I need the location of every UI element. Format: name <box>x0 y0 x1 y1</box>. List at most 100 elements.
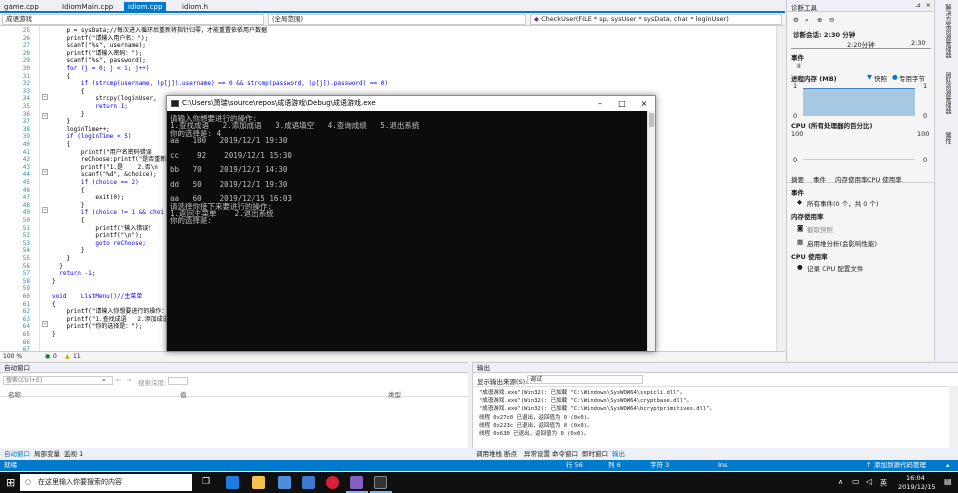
search-icon[interactable]: ⌕ <box>102 376 106 385</box>
chevron-up-icon[interactable]: ∧ <box>838 478 843 486</box>
file-explorer-icon[interactable] <box>252 476 265 489</box>
properties-tab[interactable]: 属性 <box>943 132 952 144</box>
code-line[interactable]: } <box>52 330 56 340</box>
bottom-tab-right[interactable]: 异常设置 <box>524 449 550 459</box>
input-language[interactable]: 英 <box>880 478 887 488</box>
settings-icon[interactable]: ⚙ <box>793 16 799 24</box>
autos-column-name[interactable]: 名称 <box>8 389 21 399</box>
status-ready: 就绪 <box>4 461 17 469</box>
word-icon[interactable] <box>302 476 315 489</box>
back-arrow-icon[interactable]: ← <box>116 376 121 384</box>
minimize-icon[interactable]: – <box>589 96 611 111</box>
bottom-tab-left[interactable]: 监视 1 <box>64 449 83 459</box>
code-line[interactable]: return -1; <box>52 269 95 279</box>
zoom-in-icon[interactable]: ⊕ <box>817 16 822 24</box>
maximize-icon[interactable]: □ <box>611 96 633 111</box>
memory-axis-top-left: 1 <box>793 82 798 90</box>
search-depth-select[interactable] <box>168 377 188 385</box>
record-cpu-button[interactable]: 记录 CPU 配置文件 <box>807 263 863 273</box>
camera-icon: ◙ <box>797 224 804 232</box>
taskbar-search-input[interactable]: ○ 在这里输入你要搜索的内容 <box>20 474 192 491</box>
diagnostics-subtab[interactable]: CPU 使用率 <box>867 174 902 184</box>
take-snapshot-button[interactable]: 截取快照 <box>807 224 833 234</box>
all-events-link[interactable]: 所有事件(0 个，共 0 个) <box>807 198 879 208</box>
code-line[interactable]: } <box>52 277 56 287</box>
clock-time[interactable]: 16:04 <box>906 474 925 482</box>
solution-explorer-tab[interactable]: 解决方案资源管理器 <box>943 4 952 58</box>
document-tab[interactable]: idiom.cpp <box>124 2 167 13</box>
code-line[interactable]: if (strcmp(username, (p[j]).username) ==… <box>52 79 388 89</box>
add-to-source-control[interactable]: 添加到源代码管理 <box>874 460 926 471</box>
console-window[interactable]: C:\Users\萧瑞\source\repos\成语游戏\Debug\成语游戏… <box>166 95 656 352</box>
output-scrollbar[interactable] <box>949 386 958 449</box>
console-taskbar-icon[interactable] <box>374 476 387 489</box>
memory-section: 内存使用率 <box>791 213 824 221</box>
diagnostics-subtab[interactable]: 事件 <box>813 174 826 184</box>
chevron-up-icon[interactable]: ▴ <box>946 460 949 471</box>
bottom-tab-right[interactable]: 命令窗口 <box>552 449 578 459</box>
visual-studio-icon[interactable] <box>350 476 363 489</box>
document-tab[interactable]: idiom.h <box>178 2 212 13</box>
output-text[interactable]: "成语游戏.exe"(Win32): 已加载 "C:\Windows\SysWO… <box>473 386 949 449</box>
bottom-tab-right[interactable]: 即时窗口 <box>582 449 608 459</box>
bottom-tab-left[interactable]: 自动窗口 <box>4 449 30 459</box>
function-dropdown[interactable]: ◆ CheckUser(FILE * sp, sysUser * sysData… <box>530 14 782 25</box>
filter-icon: ◆ <box>797 198 802 206</box>
forward-arrow-icon[interactable]: → <box>126 376 131 384</box>
output-source-select[interactable]: 调试 <box>527 375 643 384</box>
fold-toggle-icon[interactable]: − <box>42 321 48 327</box>
task-view-icon[interactable]: ❒ <box>202 477 210 487</box>
bottom-tab-right[interactable]: 输出 <box>612 449 625 459</box>
bottom-tab-right[interactable]: 断点 <box>504 449 517 459</box>
code-line[interactable]: printf("你的选择是："); <box>52 322 142 332</box>
arrow-up-icon: ↑ <box>866 461 872 469</box>
close-icon[interactable]: × <box>633 96 655 111</box>
cpu-graph[interactable] <box>803 136 915 160</box>
document-tab[interactable]: game.cpp <box>0 2 43 13</box>
zoom-level[interactable]: 100 % <box>3 352 22 361</box>
console-scrollbar[interactable] <box>647 111 655 351</box>
autos-column-headers: 名称 值 类型 <box>0 388 468 399</box>
fold-toggle-icon[interactable]: − <box>42 169 48 175</box>
clock-date[interactable]: 2019/12/15 <box>898 483 935 491</box>
diagnostics-subtab[interactable]: 摘要 <box>791 174 804 184</box>
scope-dropdown[interactable]: (全局范围) <box>268 14 526 25</box>
pin-icon[interactable]: ⊿ <box>916 1 921 9</box>
error-count[interactable]: 0 <box>53 352 57 361</box>
project-dropdown[interactable]: 成语游戏 <box>2 14 264 25</box>
memory-graph[interactable] <box>803 88 915 116</box>
bottom-tab-left[interactable]: 局部变量 <box>34 449 60 459</box>
project-dropdown-value: 成语游戏 <box>6 15 32 23</box>
network-icon[interactable]: ▭ <box>852 477 860 486</box>
output-line: "成语游戏.exe"(Win32): 已加载 "C:\Windows\SysWO… <box>479 390 686 396</box>
notification-icon[interactable]: ▤ <box>944 477 952 486</box>
windows-start-icon[interactable]: ⊞ <box>6 476 15 489</box>
fold-toggle-icon[interactable]: − <box>42 113 48 119</box>
store-icon[interactable] <box>278 476 291 489</box>
autos-column-type[interactable]: 类型 <box>388 389 401 399</box>
scope-dropdown-value: (全局范围) <box>272 15 304 23</box>
close-icon[interactable]: × <box>926 1 931 9</box>
netease-music-icon[interactable] <box>326 476 339 489</box>
volume-icon[interactable]: ◁ <box>866 477 872 486</box>
bottom-tool-tabs: 自动窗口 局部变量 监视 1 调用堆栈 断点 异常设置 命令窗口 即时窗口 输出 <box>0 448 958 458</box>
autos-column-value[interactable]: 值 <box>180 389 187 399</box>
team-explorer-tab[interactable]: 团队资源管理器 <box>943 72 952 114</box>
zoom-out-icon[interactable]: ⊖ <box>829 16 834 24</box>
document-tab[interactable]: IdiomMain.cpp <box>58 2 117 13</box>
output-line: "成语游戏.exe"(Win32): 已加载 "C:\Windows\SysWO… <box>479 398 692 405</box>
warning-count[interactable]: 11 <box>73 352 81 361</box>
edge-icon[interactable] <box>226 476 239 489</box>
search-icon[interactable]: ⌕ <box>805 16 809 25</box>
code-line[interactable]: void ListMenu()//主菜单 <box>52 292 142 302</box>
console-title-bar[interactable]: C:\Users\萧瑞\source\repos\成语游戏\Debug\成语游戏… <box>167 96 655 111</box>
editor-vertical-scrollbar[interactable] <box>776 26 785 351</box>
heap-profiling-button[interactable]: 启用堆分析(会影响性能) <box>807 238 877 248</box>
console-line: dd 50 2019/12/1 19:30 <box>170 179 288 189</box>
diagnostics-subtab[interactable]: 内存使用率 <box>835 174 868 184</box>
status-bar: 就绪 行 56 列 6 字符 3 Ins ↑ 添加到源代码管理 ▴ <box>0 460 958 471</box>
autos-search-input[interactable]: 搜索(Ctrl+E) <box>3 376 113 385</box>
fold-toggle-icon[interactable]: − <box>42 94 48 100</box>
fold-toggle-icon[interactable]: − <box>42 207 48 213</box>
bottom-tab-right[interactable]: 调用堆栈 <box>476 449 502 459</box>
